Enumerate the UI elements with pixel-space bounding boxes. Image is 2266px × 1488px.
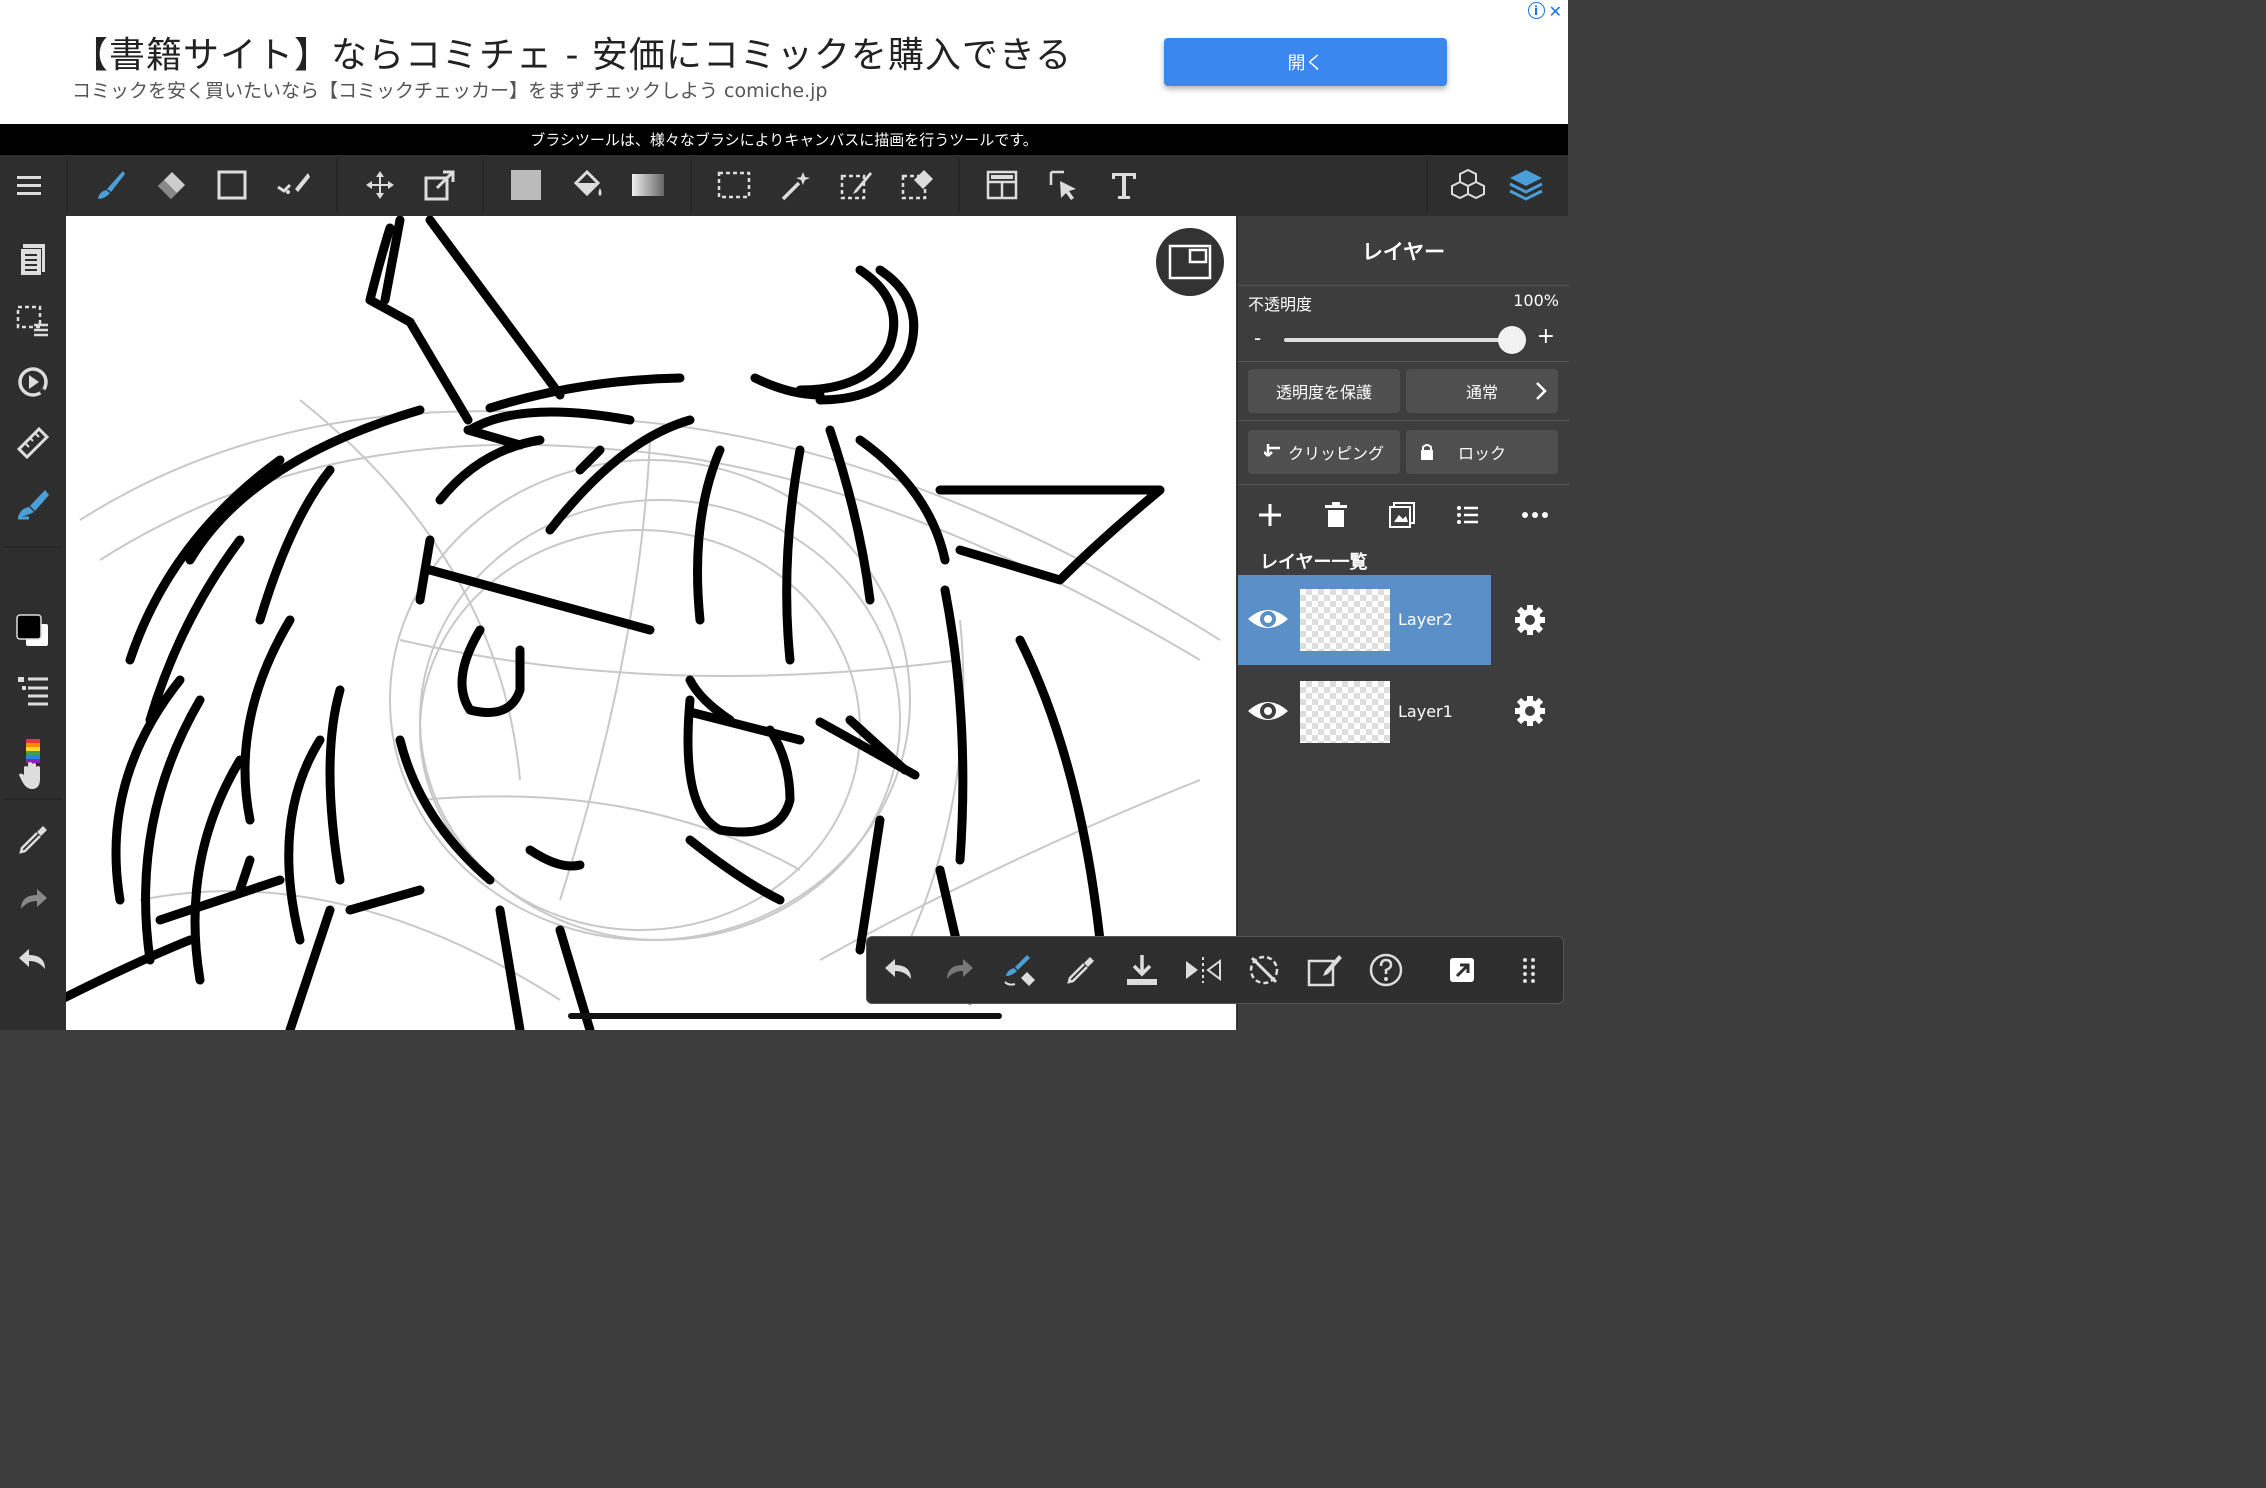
eye-icon[interactable] [1246, 601, 1290, 637]
panel-title: レイヤー [1361, 240, 1446, 264]
protect-alpha-button[interactable]: 透明度を保護 [1248, 369, 1400, 413]
share-icon[interactable] [1442, 950, 1482, 990]
gear-icon[interactable] [1510, 600, 1550, 640]
close-icon[interactable]: ✕ [1549, 2, 1562, 21]
bucket-icon[interactable] [567, 165, 607, 205]
magic-wand-icon[interactable] [776, 165, 816, 205]
layer-panel: レイヤー 不透明度 100% - + 透明度を保護 通常 クリッピング ロック [1237, 216, 1569, 1030]
select-edit-icon[interactable] [1305, 950, 1345, 990]
add-layer-icon[interactable] [1250, 498, 1290, 532]
select-eraser-icon[interactable] [897, 165, 937, 205]
select-icon[interactable] [714, 165, 754, 205]
opacity-slider-thumb[interactable] [1498, 326, 1526, 354]
3d-material-icon[interactable] [1448, 165, 1488, 205]
layer-row[interactable]: Layer2 [1238, 575, 1491, 665]
layer-thumbnail [1300, 589, 1390, 651]
clipping-button[interactable]: クリッピング [1248, 430, 1400, 474]
navigator-button[interactable] [1156, 228, 1224, 296]
layer-name: Layer2 [1398, 610, 1453, 629]
gear-icon[interactable] [1510, 691, 1550, 731]
frame-divider-icon[interactable] [982, 165, 1022, 205]
rotate-canvas-icon[interactable] [12, 361, 54, 403]
eyedropper-icon[interactable] [12, 818, 54, 860]
move-icon[interactable] [360, 165, 400, 205]
menu-icon[interactable] [10, 165, 50, 205]
opacity-value: 100% [1513, 291, 1559, 310]
opacity-plus-button[interactable]: + [1537, 324, 1555, 349]
trash-icon[interactable] [1316, 498, 1356, 532]
ad-banner: 【書籍サイト】ならコミチェ - 安価にコミックを購入できる コミックを安く買いた… [0, 0, 1568, 124]
select-pen-icon[interactable] [836, 165, 876, 205]
eyedropper-icon[interactable] [1061, 950, 1101, 990]
ad-title[interactable]: 【書籍サイト】ならコミチェ - 安価にコミックを購入できる [72, 26, 1072, 78]
undo-icon[interactable] [12, 938, 54, 980]
brush-icon[interactable] [90, 165, 130, 205]
layer-list-title: レイヤー一覧 [1260, 552, 1368, 573]
chevron-right-icon [1536, 382, 1547, 400]
help-icon[interactable] [1366, 950, 1406, 990]
rectangle-icon[interactable] [212, 165, 252, 205]
layer-name: Layer1 [1398, 702, 1453, 721]
blend-mode-label: 通常 [1465, 383, 1498, 402]
home-indicator [568, 1013, 1002, 1019]
opacity-label: 不透明度 [1248, 295, 1313, 314]
main-toolbar [0, 155, 1568, 217]
blend-mode-button[interactable]: 通常 [1406, 369, 1558, 413]
quick-toolbar [866, 936, 1564, 1004]
gradient-icon[interactable] [628, 165, 668, 205]
left-sidebar [0, 216, 66, 1030]
eraser-icon[interactable] [151, 165, 191, 205]
canvas-status: 2266*1488px 350dpi 441% 24° ブラシ [598, 983, 867, 999]
redo-icon[interactable] [12, 878, 54, 920]
clipping-arrow-icon [1263, 444, 1280, 457]
lock-button[interactable]: ロック [1406, 430, 1558, 474]
operation-icon[interactable] [1044, 165, 1084, 205]
flip-horizontal-icon[interactable] [1183, 950, 1223, 990]
tool-hint-bar: ブラシツールは、様々なブラシによりキャンバスに描画を行うツールです。 [0, 124, 1568, 155]
layer-thumbnail [1300, 681, 1390, 743]
ad-open-button[interactable]: 開く [1164, 38, 1447, 86]
lock-icon [1421, 444, 1433, 460]
color-palette-hand-icon[interactable] [12, 736, 54, 794]
redo-icon[interactable] [939, 950, 979, 990]
ruler-icon[interactable] [12, 422, 54, 464]
info-icon[interactable]: i [1527, 2, 1545, 19]
filter-brush-icon[interactable] [12, 482, 54, 524]
layer-row[interactable]: Layer1 [1238, 667, 1491, 757]
brush-eraser-toggle-icon[interactable] [1000, 950, 1040, 990]
transform-icon[interactable] [420, 165, 460, 205]
text-icon[interactable] [1104, 165, 1144, 205]
undo-icon[interactable] [879, 950, 919, 990]
more-options-icon[interactable] [1515, 498, 1555, 532]
ad-description[interactable]: コミックを安く買いたいなら【コミックチェッカー】をまずチェックしよう comic… [72, 76, 827, 103]
lock-label: ロック [1457, 444, 1506, 463]
correction-brush-icon[interactable] [273, 165, 313, 205]
save-download-icon[interactable] [1122, 950, 1162, 990]
ad-info[interactable]: i ✕ [1527, 2, 1562, 21]
layers-icon[interactable] [1506, 165, 1546, 205]
color-swatch-icon[interactable] [12, 610, 54, 652]
page-manager-icon[interactable] [12, 238, 54, 280]
eye-icon[interactable] [1246, 693, 1290, 729]
opacity-minus-button[interactable]: - [1254, 326, 1261, 350]
selection-list-icon[interactable] [12, 300, 54, 342]
layer-list-icon[interactable] [12, 670, 54, 712]
layer-list-menu-icon[interactable] [1448, 498, 1488, 532]
clipping-label: クリッピング [1287, 444, 1384, 463]
grid-drag-handle-icon[interactable] [1511, 950, 1551, 990]
navigator-icon [1168, 244, 1212, 280]
fill-color-icon[interactable] [506, 165, 546, 205]
drawing-canvas[interactable] [66, 216, 1236, 1030]
opacity-slider[interactable] [1284, 338, 1512, 342]
rotate-reset-icon[interactable] [1244, 950, 1284, 990]
duplicate-layer-icon[interactable] [1382, 498, 1422, 532]
